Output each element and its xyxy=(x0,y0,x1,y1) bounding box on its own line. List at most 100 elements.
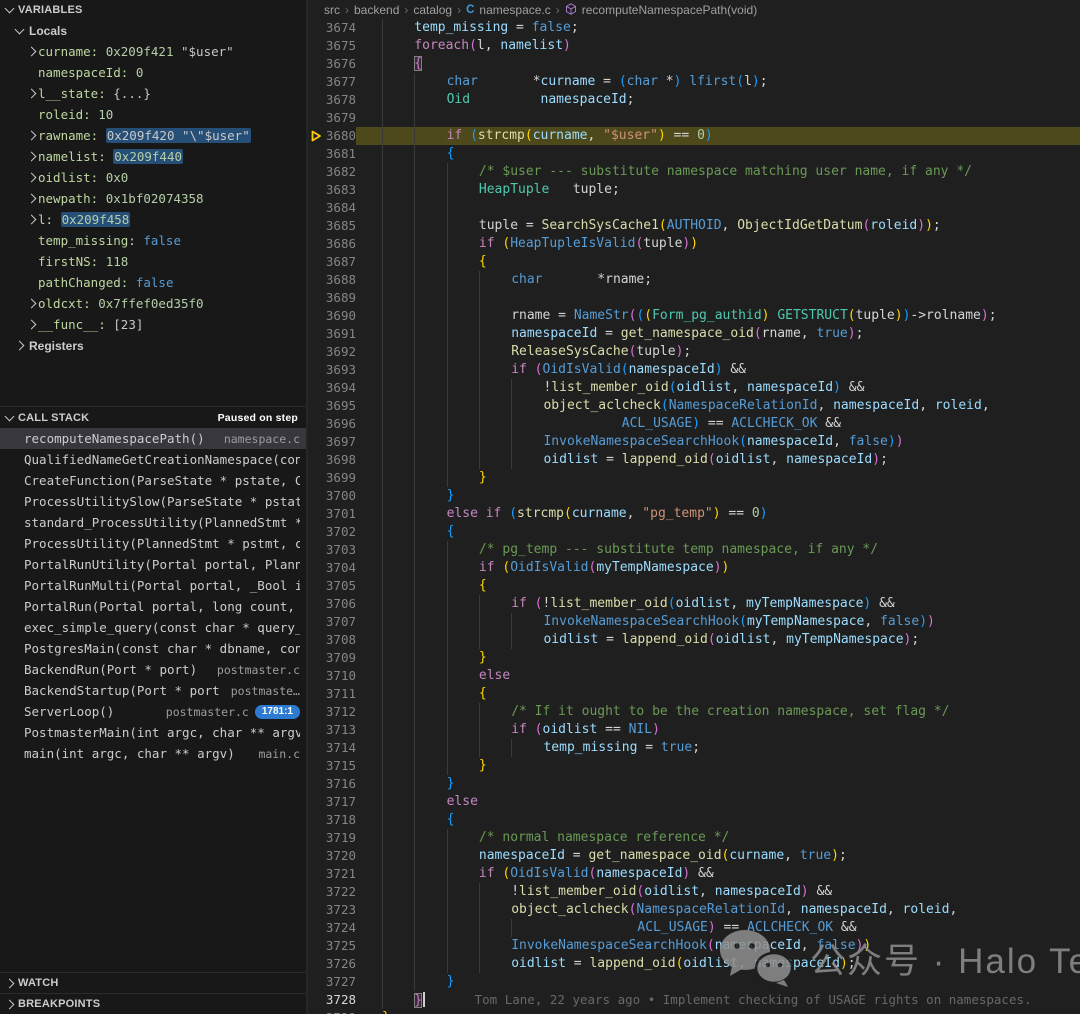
line-gutter[interactable]: 3694 xyxy=(310,379,356,397)
code-line[interactable]: 3674temp_missing = false; xyxy=(310,19,1080,37)
line-gutter[interactable]: 3689 xyxy=(310,289,356,307)
code-line[interactable]: 3711{ xyxy=(310,685,1080,703)
twistie-icon[interactable] xyxy=(24,174,38,181)
code-line[interactable]: 3719/* normal namespace reference */ xyxy=(310,829,1080,847)
code-line[interactable]: 3702{ xyxy=(310,523,1080,541)
code-line[interactable]: 3728}Tom Lane, 22 years ago • Implement … xyxy=(310,991,1080,1009)
code-line[interactable]: 3676{ xyxy=(310,55,1080,73)
line-gutter[interactable]: 3682 xyxy=(310,163,356,181)
line-number[interactable]: 3694 xyxy=(325,379,356,397)
line-gutter[interactable]: 3728 xyxy=(310,991,356,1009)
line-number[interactable]: 3728 xyxy=(325,991,356,1009)
stack-frame[interactable]: BackendRun(Port * port)postmaster.c xyxy=(0,659,308,680)
line-number[interactable]: 3726 xyxy=(325,955,356,973)
variable-row[interactable]: temp_missing: false xyxy=(0,230,306,251)
variable-row[interactable]: __func__: [23] xyxy=(0,314,306,335)
variable-row[interactable]: l__state: {...} xyxy=(0,83,306,104)
code-line[interactable]: 3688char *rname; xyxy=(310,271,1080,289)
variable-row[interactable]: l: 0x209f458 xyxy=(0,209,306,230)
line-number[interactable]: 3699 xyxy=(325,469,356,487)
code-line[interactable]: 3683HeapTuple tuple; xyxy=(310,181,1080,199)
line-gutter[interactable]: 3683 xyxy=(310,181,356,199)
line-number[interactable]: 3693 xyxy=(325,361,356,379)
line-gutter[interactable]: 3725 xyxy=(310,937,356,955)
variable-row[interactable]: curname: 0x209f421 "$user" xyxy=(0,41,306,62)
stack-frame[interactable]: PortalRunMulti(Portal portal, _Bool isTo… xyxy=(0,575,308,596)
code-line[interactable]: 3718{ xyxy=(310,811,1080,829)
code-line[interactable]: 3692ReleaseSysCache(tuple); xyxy=(310,343,1080,361)
breadcrumb-file[interactable]: namespace.c xyxy=(479,3,550,17)
line-number[interactable]: 3719 xyxy=(325,829,356,847)
line-number[interactable]: 3714 xyxy=(325,739,356,757)
line-gutter[interactable]: 3701 xyxy=(310,505,356,523)
code-line[interactable]: 3691namespaceId = get_namespace_oid(rnam… xyxy=(310,325,1080,343)
line-number[interactable]: 3703 xyxy=(325,541,356,559)
line-gutter[interactable]: 3675 xyxy=(310,37,356,55)
line-gutter[interactable]: 3696 xyxy=(310,415,356,433)
code-line[interactable]: 3710else xyxy=(310,667,1080,685)
line-gutter[interactable]: 3698 xyxy=(310,451,356,469)
code-line[interactable]: 3699} xyxy=(310,469,1080,487)
variable-row[interactable]: roleid: 10 xyxy=(0,104,306,125)
line-number[interactable]: 3723 xyxy=(325,901,356,919)
line-gutter[interactable]: 3678 xyxy=(310,91,356,109)
code-line[interactable]: 3709} xyxy=(310,649,1080,667)
code-line[interactable]: 3686if (HeapTupleIsValid(tuple)) xyxy=(310,235,1080,253)
line-number[interactable]: 3690 xyxy=(325,307,356,325)
line-gutter[interactable]: 3706 xyxy=(310,595,356,613)
code-line[interactable]: 3681{ xyxy=(310,145,1080,163)
line-number[interactable]: 3717 xyxy=(325,793,356,811)
variable-row[interactable]: oidlist: 0x0 xyxy=(0,167,306,188)
line-number[interactable]: 3718 xyxy=(325,811,356,829)
line-number[interactable]: 3680 xyxy=(325,127,356,145)
line-gutter[interactable]: 3703 xyxy=(310,541,356,559)
stack-frame[interactable]: BackendStartup(Port * port)postmaste… xyxy=(0,680,308,701)
line-gutter[interactable]: 3681 xyxy=(310,145,356,163)
line-gutter[interactable]: 3687 xyxy=(310,253,356,271)
line-gutter[interactable]: 3715 xyxy=(310,757,356,775)
line-number[interactable]: 3684 xyxy=(325,199,356,217)
variables-group-locals[interactable]: Locals xyxy=(0,20,306,41)
variable-row[interactable]: newpath: 0x1bf02074358 xyxy=(0,188,306,209)
line-gutter[interactable]: 3686 xyxy=(310,235,356,253)
line-gutter[interactable]: 3729 xyxy=(310,1009,356,1014)
code-line[interactable]: 3694!list_member_oid(oidlist, namespaceI… xyxy=(310,379,1080,397)
line-gutter[interactable]: 3710 xyxy=(310,667,356,685)
code-line[interactable]: 3712/* If it ought to be the creation na… xyxy=(310,703,1080,721)
code-line[interactable]: 3716} xyxy=(310,775,1080,793)
line-gutter[interactable]: 3708 xyxy=(310,631,356,649)
line-number[interactable]: 3711 xyxy=(325,685,356,703)
line-gutter[interactable]: 3722 xyxy=(310,883,356,901)
stack-frame[interactable]: ServerLoop()postmaster.c1781:1 xyxy=(0,701,308,722)
stack-frame[interactable]: standard_ProcessUtility(PlannedStmt * ps… xyxy=(0,512,308,533)
code-line[interactable]: 3684 xyxy=(310,199,1080,217)
code-line[interactable]: 3677char *curname = (char *) lfirst(l); xyxy=(310,73,1080,91)
stack-frame[interactable]: ProcessUtility(PlannedStmt * pstmt, cons… xyxy=(0,533,308,554)
code-line[interactable]: 3706if (!list_member_oid(oidlist, myTemp… xyxy=(310,595,1080,613)
line-number[interactable]: 3707 xyxy=(325,613,356,631)
stack-frame[interactable]: ProcessUtilitySlow(ParseState * pstate, … xyxy=(0,491,308,512)
line-gutter[interactable]: 3697 xyxy=(310,433,356,451)
line-number[interactable]: 3675 xyxy=(325,37,356,55)
code-line[interactable]: 3689 xyxy=(310,289,1080,307)
code-line[interactable]: 3685tuple = SearchSysCache1(AUTHOID, Obj… xyxy=(310,217,1080,235)
line-number[interactable]: 3682 xyxy=(325,163,356,181)
line-gutter[interactable]: 3714 xyxy=(310,739,356,757)
line-gutter[interactable]: 3677 xyxy=(310,73,356,91)
line-number[interactable]: 3712 xyxy=(325,703,356,721)
code-line[interactable]: 3727} xyxy=(310,973,1080,991)
line-number[interactable]: 3700 xyxy=(325,487,356,505)
line-number[interactable]: 3722 xyxy=(325,883,356,901)
line-number[interactable]: 3715 xyxy=(325,757,356,775)
line-gutter[interactable]: 3711 xyxy=(310,685,356,703)
variable-row[interactable]: oldcxt: 0x7ffef0ed35f0 xyxy=(0,293,306,314)
twistie-icon[interactable] xyxy=(24,48,38,55)
line-number[interactable]: 3720 xyxy=(325,847,356,865)
stack-frame[interactable]: QualifiedNameGetCreationNamespace(const … xyxy=(0,449,308,470)
line-number[interactable]: 3689 xyxy=(325,289,356,307)
line-number[interactable]: 3692 xyxy=(325,343,356,361)
code-line[interactable]: 3714temp_missing = true; xyxy=(310,739,1080,757)
line-number[interactable]: 3725 xyxy=(325,937,356,955)
stack-frame[interactable]: CreateFunction(ParseState * pstate, Crea… xyxy=(0,470,308,491)
line-number[interactable]: 3697 xyxy=(325,433,356,451)
